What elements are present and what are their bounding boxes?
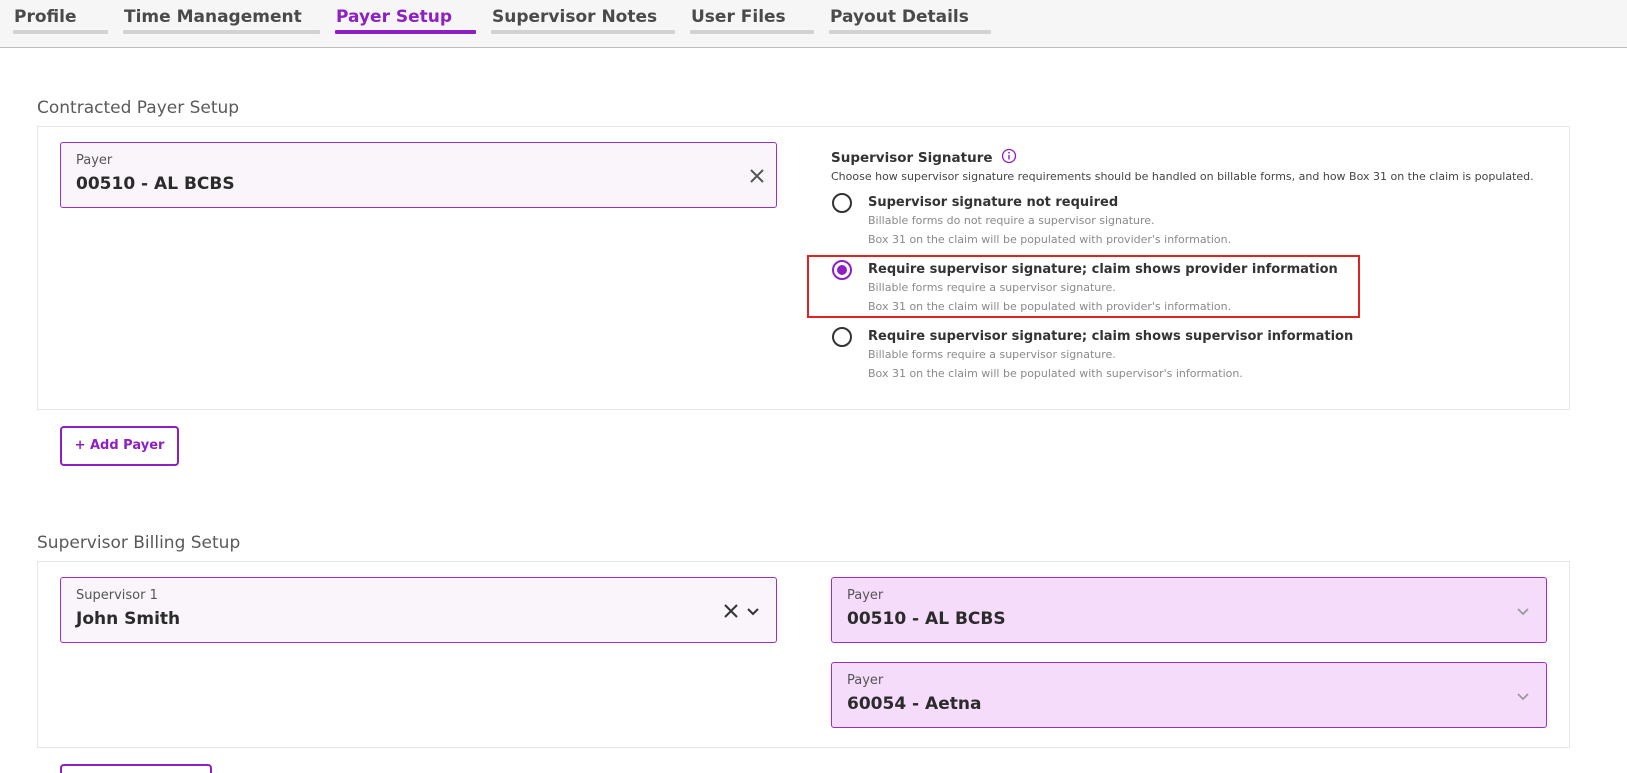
option-title: Require supervisor signature; claim show… <box>868 262 1338 277</box>
tab-underline <box>335 30 476 34</box>
payer-select-value: 00510 - AL BCBS <box>847 609 1006 629</box>
tab-label: User Files <box>691 7 786 27</box>
tab-label: Profile <box>14 7 77 27</box>
chevron-down-icon[interactable] <box>1514 687 1532 705</box>
supervisor-payer-select-1[interactable]: Payer 00510 - AL BCBS <box>831 577 1547 643</box>
close-icon[interactable] <box>748 167 766 185</box>
payer-field-value: 00510 - AL BCBS <box>76 174 235 194</box>
payer-field-label: Payer <box>76 153 113 168</box>
close-icon[interactable] <box>722 602 740 620</box>
tab-supervisor-notes[interactable]: Supervisor Notes <box>491 6 675 36</box>
radio-require-signature-provider-info[interactable] <box>832 260 852 280</box>
option-line: Billable forms require a supervisor sign… <box>868 348 1116 361</box>
tab-underline <box>123 30 320 34</box>
radio-require-signature-supervisor-info[interactable] <box>832 327 852 347</box>
tab-time-management[interactable]: Time Management <box>123 6 320 36</box>
option-line: Box 31 on the claim will be populated wi… <box>868 367 1243 380</box>
payer-select-label: Payer <box>847 588 884 603</box>
add-payer-button[interactable]: + Add Payer <box>60 426 179 466</box>
payer-select-value: 60054 - Aetna <box>847 694 982 714</box>
option-line: Box 31 on the claim will be populated wi… <box>868 300 1232 313</box>
supervisor-signature-title: Supervisor Signature <box>831 148 1017 168</box>
supervisor-select-label: Supervisor 1 <box>76 588 158 603</box>
tab-underline <box>491 30 675 34</box>
option-line: Billable forms do not require a supervis… <box>868 214 1155 227</box>
tab-payer-setup[interactable]: Payer Setup <box>335 6 476 36</box>
tab-label: Supervisor Notes <box>492 7 658 27</box>
payer-select-label: Payer <box>847 673 884 688</box>
tab-bar: Profile Time Management Payer Setup Supe… <box>0 0 1627 48</box>
tab-user-files[interactable]: User Files <box>690 6 814 36</box>
tab-label: Time Management <box>124 7 302 27</box>
supervisor-billing-setup-title: Supervisor Billing Setup <box>37 533 241 553</box>
option-line: Billable forms require a supervisor sign… <box>868 281 1116 294</box>
tab-underline <box>829 30 991 34</box>
tab-label: Payer Setup <box>336 7 453 27</box>
option-title: Supervisor signature not required <box>868 195 1119 210</box>
info-icon[interactable] <box>1001 148 1017 168</box>
supervisor-payer-select-2[interactable]: Payer 60054 - Aetna <box>831 662 1547 728</box>
chevron-down-icon[interactable] <box>1514 602 1532 620</box>
supervisor-select[interactable]: Supervisor 1 John Smith <box>60 577 777 643</box>
option-title: Require supervisor signature; claim show… <box>868 329 1354 344</box>
supervisor-signature-description: Choose how supervisor signature requirem… <box>831 170 1534 183</box>
supervisor-select-value: John Smith <box>76 609 181 629</box>
supervisor-signature-title-text: Supervisor Signature <box>831 150 993 166</box>
option-line: Box 31 on the claim will be populated wi… <box>868 233 1232 246</box>
radio-signature-not-required[interactable] <box>832 193 852 213</box>
chevron-down-icon[interactable] <box>744 602 762 620</box>
contracted-payer-setup-title: Contracted Payer Setup <box>37 98 240 118</box>
payer-field[interactable]: Payer 00510 - AL BCBS <box>60 142 777 208</box>
tab-underline <box>13 30 108 34</box>
tab-label: Payout Details <box>830 7 969 27</box>
tab-profile[interactable]: Profile <box>13 6 108 36</box>
add-supervisor-button[interactable] <box>60 764 212 773</box>
tab-payout-details[interactable]: Payout Details <box>829 6 991 36</box>
tab-underline <box>690 30 814 34</box>
